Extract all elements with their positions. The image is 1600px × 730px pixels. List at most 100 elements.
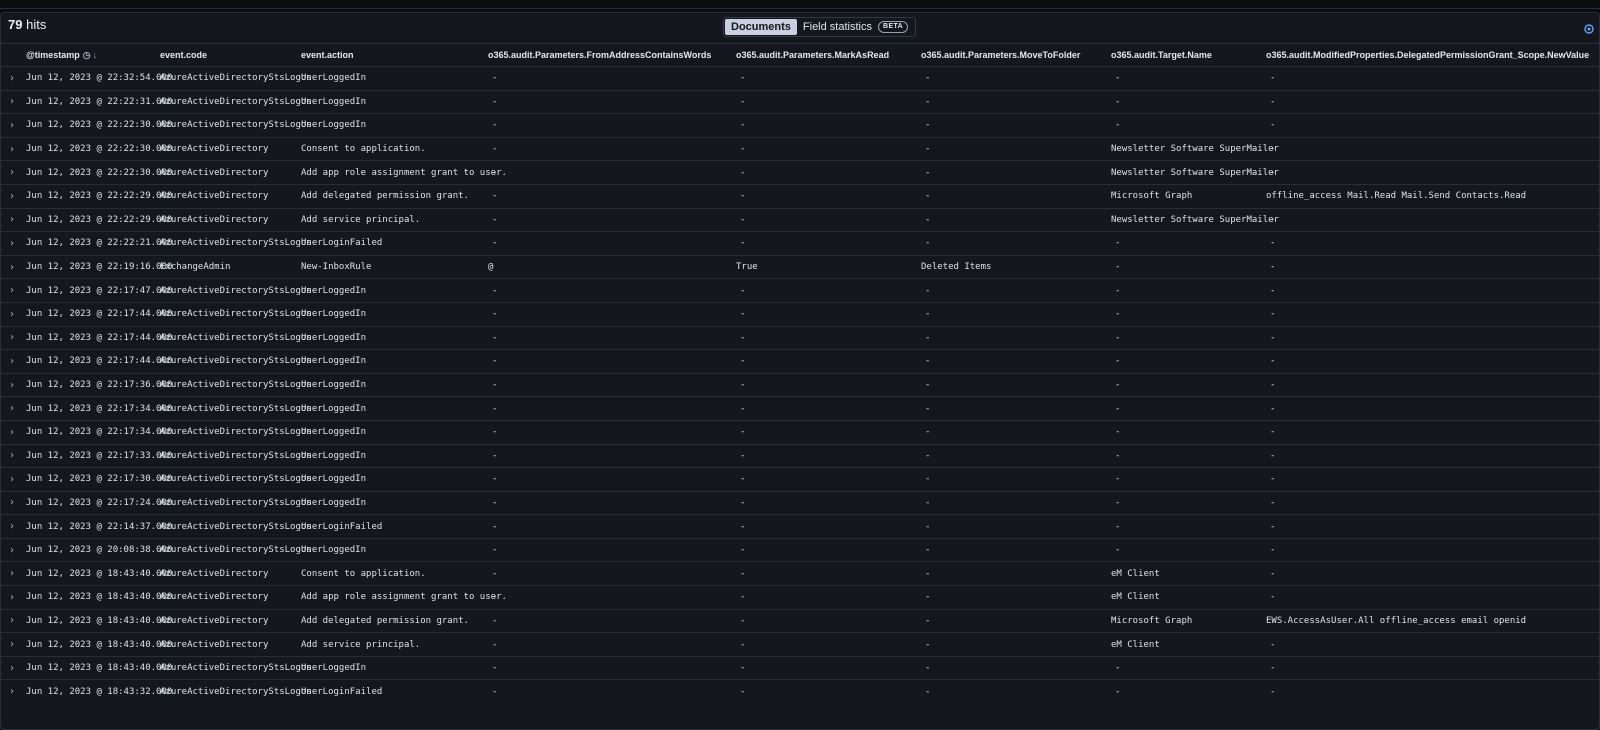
table-cell: - <box>492 403 498 414</box>
table-cell: Jun 12, 2023 @ 22:17:47.000 <box>26 285 173 296</box>
table-cell: Consent to application. <box>301 144 426 155</box>
table-cell: - <box>925 427 931 438</box>
table-cell: Jun 12, 2023 @ 22:22:31.000 <box>26 96 173 107</box>
table-cell: Jun 12, 2023 @ 22:22:29.000 <box>26 191 173 202</box>
column-header[interactable]: event.action <box>301 44 354 66</box>
table-cell: - <box>1270 73 1276 84</box>
table-cell: - <box>740 214 746 225</box>
column-header[interactable]: o365.audit.Parameters.MarkAsRead <box>736 44 889 66</box>
table-cell: AzureActiveDirectoryStsLogon <box>160 96 312 107</box>
chevron-right-icon[interactable]: › <box>9 185 15 208</box>
table-cell: AzureActiveDirectory <box>160 592 269 603</box>
table-cell: - <box>492 167 498 178</box>
table-cell: - <box>492 615 498 626</box>
chevron-right-icon[interactable]: › <box>9 680 15 703</box>
table-cell: - <box>1270 450 1276 461</box>
chevron-right-icon[interactable]: › <box>9 138 15 161</box>
table-cell: - <box>492 356 498 367</box>
table-cell: - <box>740 663 746 674</box>
table-cell: Jun 12, 2023 @ 22:32:54.000 <box>26 73 173 84</box>
table-row: › Jun 12, 2023 @ 22:17:47.000 AzureActiveD… <box>1 278 1599 302</box>
table-cell: Jun 12, 2023 @ 22:22:30.000 <box>26 167 173 178</box>
table-cell: Jun 12, 2023 @ 22:17:30.000 <box>26 474 173 485</box>
table-cell: - <box>492 474 498 485</box>
table-cell: - <box>740 450 746 461</box>
table-cell: - <box>1115 96 1121 107</box>
chevron-right-icon[interactable]: › <box>9 303 15 326</box>
column-header[interactable]: o365.audit.ModifiedProperties.DelegatedP… <box>1266 44 1589 66</box>
table-cell: - <box>492 450 498 461</box>
chevron-right-icon[interactable]: › <box>9 161 15 184</box>
chevron-right-icon[interactable]: › <box>9 468 15 491</box>
table-cell: Jun 12, 2023 @ 18:43:40.000 <box>26 615 173 626</box>
tab-documents[interactable]: Documents <box>725 19 797 35</box>
table-cell: - <box>1115 403 1121 414</box>
chevron-right-icon[interactable]: › <box>9 114 15 137</box>
documents-table: @timestamp ◷ ↓ event.code event.action o365.a… <box>1 43 1599 703</box>
table-cell: - <box>925 474 931 485</box>
chevron-right-icon[interactable]: › <box>9 232 15 255</box>
chevron-right-icon[interactable]: › <box>9 397 15 420</box>
table-row: › Jun 12, 2023 @ 22:19:16.000 ExchangeAdmi… <box>1 254 1599 279</box>
chevron-right-icon[interactable]: › <box>9 279 15 302</box>
chevron-right-icon[interactable]: › <box>9 492 15 515</box>
table-cell: AzureActiveDirectory <box>160 615 269 626</box>
table-cell: - <box>925 120 931 131</box>
table-cell: Jun 12, 2023 @ 18:43:40.000 <box>26 663 173 674</box>
table-cell: UserLoggedIn <box>301 497 367 508</box>
chevron-right-icon[interactable]: › <box>9 586 15 609</box>
table-row: › Jun 12, 2023 @ 22:17:24.000 AzureActiveD… <box>1 490 1599 515</box>
table-cell: - <box>925 615 931 626</box>
table-row: › Jun 12, 2023 @ 22:17:44.000 AzureActiveD… <box>1 349 1599 373</box>
column-header-label: o365.audit.ModifiedProperties.DelegatedP… <box>1266 50 1590 60</box>
tab-field-statistics[interactable]: Field statistics BETA <box>797 19 914 35</box>
options-icon[interactable] <box>1583 23 1595 35</box>
chevron-right-icon[interactable]: › <box>9 562 15 585</box>
table-row: › Jun 12, 2023 @ 18:43:40.000 AzureActiveD… <box>1 561 1599 585</box>
table-cell: - <box>492 568 498 579</box>
chevron-right-icon[interactable]: › <box>9 67 15 90</box>
table-row: › Jun 12, 2023 @ 18:43:40.000 AzureActiveD… <box>1 655 1599 680</box>
chevron-right-icon[interactable]: › <box>9 256 15 279</box>
arrow-down-icon[interactable]: ↓ <box>93 50 98 61</box>
chevron-right-icon[interactable]: › <box>9 657 15 680</box>
table-cell: - <box>925 497 931 508</box>
table-cell: - <box>925 545 931 556</box>
column-header[interactable]: o365.audit.Parameters.MoveToFolder <box>921 44 1080 66</box>
chevron-right-icon[interactable]: › <box>9 445 15 468</box>
column-header[interactable]: o365.audit.Parameters.FromAddressContain… <box>488 44 711 66</box>
table-cell: - <box>740 521 746 532</box>
chevron-right-icon[interactable]: › <box>9 421 15 444</box>
table-cell: - <box>740 332 746 343</box>
chevron-right-icon[interactable]: › <box>9 209 15 232</box>
sort-controls[interactable]: ◷ ↓ <box>83 50 97 61</box>
column-header[interactable]: @timestamp ◷ ↓ <box>26 44 97 66</box>
chevron-right-icon[interactable]: › <box>9 91 15 114</box>
table-cell: - <box>925 356 931 367</box>
table-cell: - <box>925 191 931 202</box>
table-cell: - <box>740 403 746 414</box>
table-cell: UserLoggedIn <box>301 474 367 485</box>
column-header[interactable]: o365.audit.Target.Name <box>1111 44 1212 66</box>
table-cell: UserLoggedIn <box>301 450 367 461</box>
table-cell: Jun 12, 2023 @ 22:22:30.000 <box>26 120 173 131</box>
table-cell: - <box>925 214 931 225</box>
chevron-right-icon[interactable]: › <box>9 633 15 656</box>
table-row: › Jun 12, 2023 @ 22:17:44.000 AzureActiveD… <box>1 301 1599 326</box>
chevron-right-icon[interactable]: › <box>9 610 15 633</box>
chevron-right-icon[interactable]: › <box>9 539 15 562</box>
table-cell: UserLoginFailed <box>301 686 383 697</box>
table-row: › Jun 12, 2023 @ 20:08:38.000 AzureActiveD… <box>1 537 1599 562</box>
table-cell: Add service principal. <box>301 639 421 650</box>
table-row: › Jun 12, 2023 @ 22:17:34.000 AzureActiveD… <box>1 396 1599 420</box>
chevron-right-icon[interactable]: › <box>9 374 15 397</box>
column-header[interactable]: event.code <box>160 44 207 66</box>
chevron-right-icon[interactable]: › <box>9 327 15 350</box>
table-cell: - <box>1115 545 1121 556</box>
table-cell: - <box>1115 309 1121 320</box>
table-cell: - <box>1270 639 1276 650</box>
chevron-right-icon[interactable]: › <box>9 515 15 538</box>
table-cell: - <box>492 380 498 391</box>
hits-number: 79 <box>8 17 23 32</box>
chevron-right-icon[interactable]: › <box>9 350 15 373</box>
